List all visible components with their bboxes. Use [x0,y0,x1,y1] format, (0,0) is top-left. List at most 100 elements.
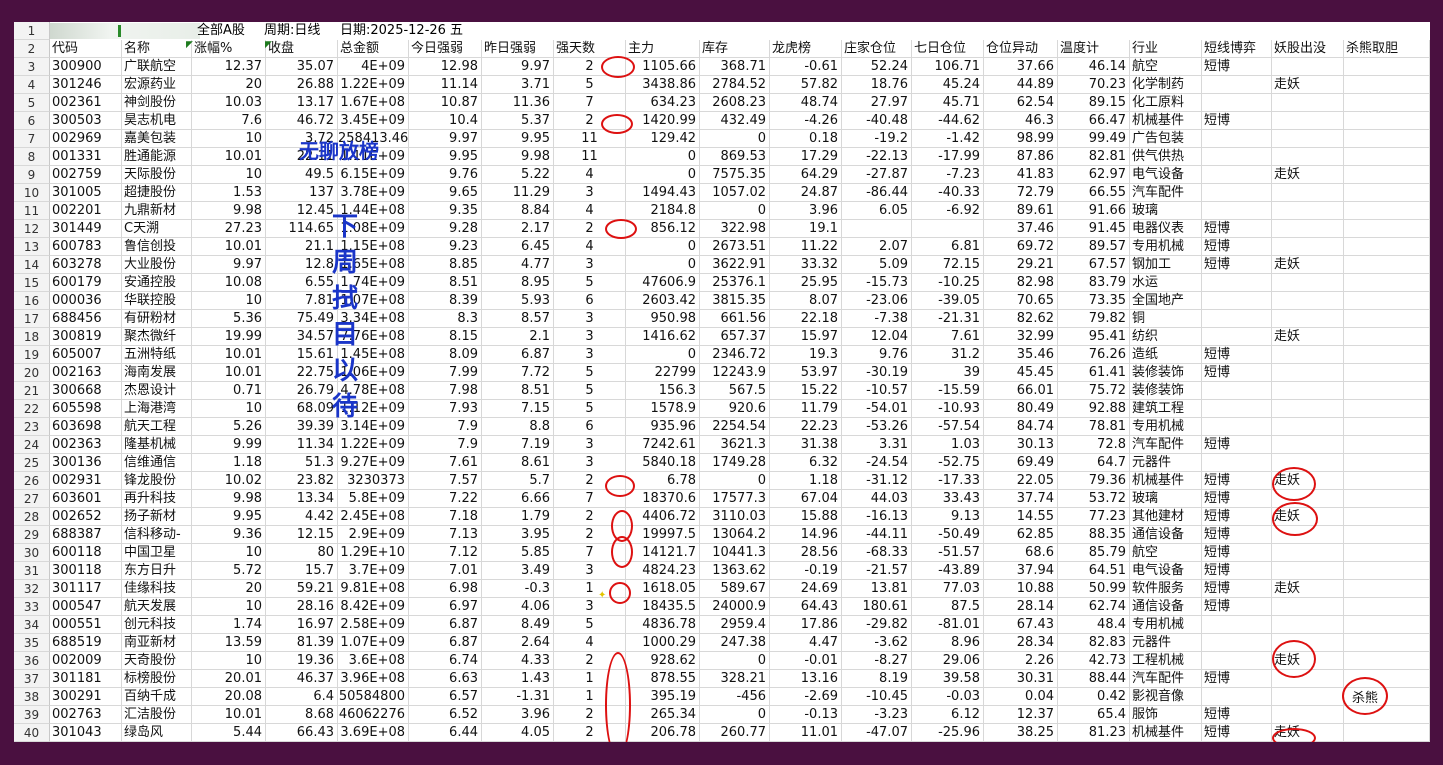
table-cell[interactable]: 11.14 [409,76,482,94]
table-cell[interactable]: 化学制药 [1130,76,1202,94]
table-cell[interactable]: 34.57 [266,328,338,346]
table-cell[interactable]: 91.66 [1058,202,1130,220]
table-cell[interactable]: -30.19 [842,364,912,382]
table-cell[interactable]: 3.96 [770,202,842,220]
table-cell[interactable] [1344,418,1430,436]
table-cell[interactable]: 19997.5 [626,526,700,544]
table-cell[interactable]: 301449 [50,220,122,238]
table-cell[interactable]: 专用机械 [1130,616,1202,634]
table-cell[interactable]: 2.17 [482,220,554,238]
table-cell[interactable]: 950.98 [626,310,700,328]
table-cell[interactable]: -86.44 [842,184,912,202]
table-cell[interactable]: 15.22 [770,382,842,400]
table-cell[interactable]: 67.43 [984,616,1058,634]
table-cell[interactable]: 短博 [1202,670,1272,688]
table-cell[interactable]: 30.31 [984,670,1058,688]
table-cell[interactable]: 3 [554,256,626,274]
table-cell[interactable]: 6.4 [266,688,338,706]
row-number[interactable]: 23 [14,418,50,436]
table-cell[interactable]: 聚杰微纤 [122,328,192,346]
table-cell[interactable]: 3.95 [482,526,554,544]
table-cell[interactable]: 胜通能源 [122,148,192,166]
table-cell[interactable]: 电器仪表 [1130,220,1202,238]
table-cell[interactable]: 89.57 [1058,238,1130,256]
row-number[interactable]: 13 [14,238,50,256]
table-cell[interactable]: 72.8 [1058,436,1130,454]
row-number[interactable]: 27 [14,490,50,508]
table-cell[interactable] [1344,508,1430,526]
table-cell[interactable]: 专用机械 [1130,418,1202,436]
table-cell[interactable]: 杰恩设计 [122,382,192,400]
table-cell[interactable]: 000036 [50,292,122,310]
table-cell[interactable]: 6.57 [409,688,482,706]
table-cell[interactable]: 25376.1 [700,274,770,292]
table-cell[interactable]: 南亚新材 [122,634,192,652]
column-header[interactable]: 名称 [122,40,192,58]
table-cell[interactable]: 31.2 [912,346,984,364]
table-cell[interactable]: 7.19 [482,436,554,454]
table-cell[interactable] [1202,382,1272,400]
table-cell[interactable]: 688519 [50,634,122,652]
table-cell[interactable]: 50.99 [1058,580,1130,598]
table-cell[interactable]: 67.04 [770,490,842,508]
table-cell[interactable]: 7.57 [409,472,482,490]
table-cell[interactable]: 6.87 [482,346,554,364]
row-number[interactable]: 7 [14,130,50,148]
column-header[interactable]: 总金额 [338,40,409,58]
table-cell[interactable]: 13.59 [192,634,266,652]
table-cell[interactable]: 13.34 [266,490,338,508]
table-cell[interactable]: 8.19 [842,670,912,688]
table-cell[interactable]: 0 [700,130,770,148]
row-number[interactable]: 14 [14,256,50,274]
table-cell[interactable]: 广联航空 [122,58,192,76]
table-cell[interactable]: 12.15 [266,526,338,544]
table-cell[interactable]: 13.16 [770,670,842,688]
table-cell[interactable]: 935.96 [626,418,700,436]
table-cell[interactable]: 专用机械 [1130,238,1202,256]
table-cell[interactable]: 247.38 [700,634,770,652]
row-number[interactable]: 28 [14,508,50,526]
table-cell[interactable]: 10.01 [192,148,266,166]
table-cell[interactable]: -10.45 [842,688,912,706]
table-cell[interactable]: 3 [554,346,626,364]
table-cell[interactable]: 11.29 [482,184,554,202]
table-cell[interactable]: 11.79 [770,400,842,418]
table-cell[interactable]: -3.62 [842,634,912,652]
table-cell[interactable]: 9.99 [192,436,266,454]
table-cell[interactable] [1272,598,1344,616]
table-cell[interactable] [1272,382,1344,400]
table-cell[interactable]: 3 [554,436,626,454]
table-cell[interactable]: 5.26 [192,418,266,436]
table-cell[interactable] [1202,634,1272,652]
table-cell[interactable]: 33.32 [770,256,842,274]
table-cell[interactable]: 38.25 [984,724,1058,742]
column-header[interactable]: 龙虎榜 [770,40,842,58]
table-cell[interactable]: 0 [700,652,770,670]
row-number[interactable]: 30 [14,544,50,562]
table-cell[interactable]: 7.61 [409,454,482,472]
table-cell[interactable]: 301005 [50,184,122,202]
table-cell[interactable]: -40.33 [912,184,984,202]
table-cell[interactable]: 29.06 [912,652,984,670]
table-cell[interactable]: 5840.18 [626,454,700,472]
table-cell[interactable]: 10.01 [192,238,266,256]
table-cell[interactable]: 72.79 [984,184,1058,202]
table-cell[interactable]: 10.01 [192,364,266,382]
table-cell[interactable]: 1618.05 [626,580,700,598]
table-cell[interactable]: 电气设备 [1130,562,1202,580]
table-cell[interactable]: 53.72 [1058,490,1130,508]
table-cell[interactable]: 14121.7 [626,544,700,562]
table-cell[interactable] [1344,148,1430,166]
table-cell[interactable]: 432.49 [700,112,770,130]
table-cell[interactable]: 7.22 [409,490,482,508]
table-cell[interactable]: 600179 [50,274,122,292]
table-cell[interactable]: 10.08 [192,274,266,292]
table-cell[interactable] [1272,238,1344,256]
table-cell[interactable]: 49.5 [266,166,338,184]
table-cell[interactable]: 7.9 [409,436,482,454]
table-cell[interactable]: 7.18 [409,508,482,526]
row-number[interactable]: 16 [14,292,50,310]
table-cell[interactable]: 51.3 [266,454,338,472]
row-number[interactable]: 31 [14,562,50,580]
table-cell[interactable] [1344,238,1430,256]
